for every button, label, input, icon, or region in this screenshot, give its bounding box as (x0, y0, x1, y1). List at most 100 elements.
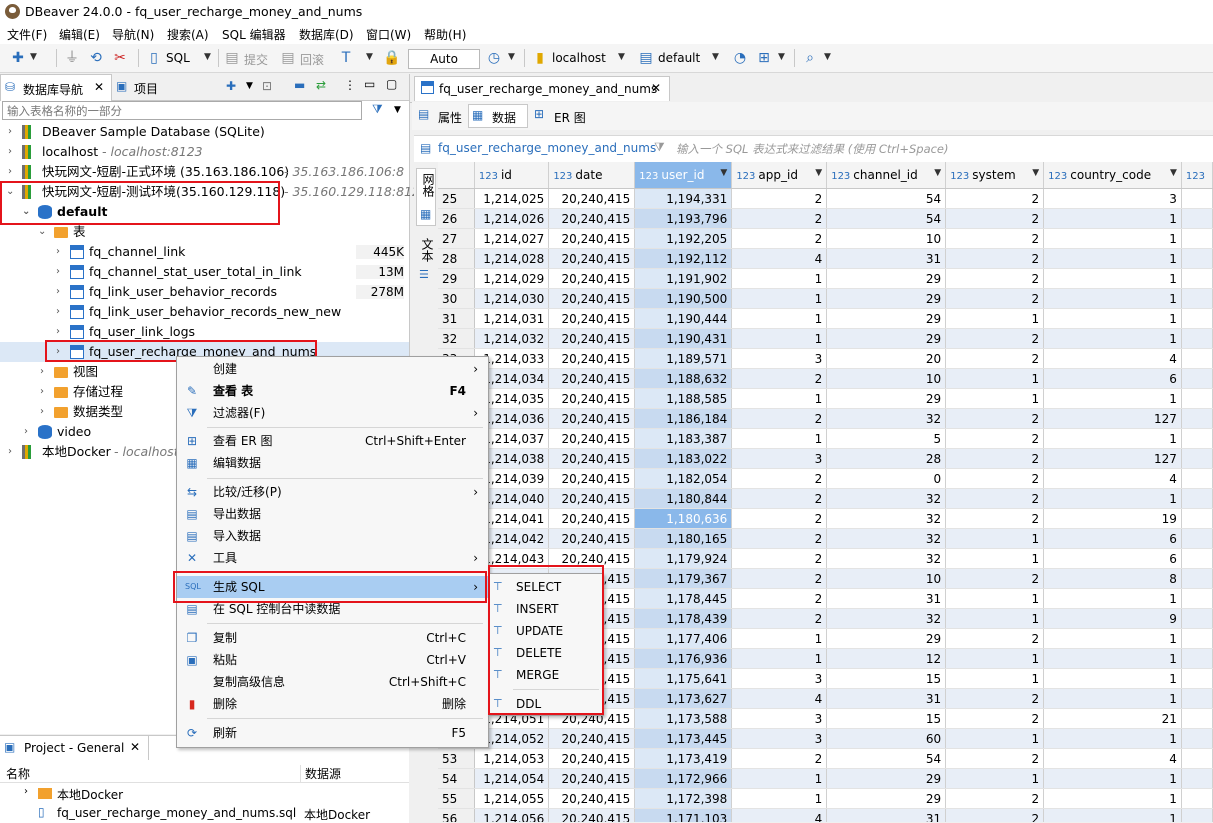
menu-item-create[interactable]: 创建 › (177, 358, 488, 380)
column-header-name[interactable]: 名称 (6, 765, 30, 782)
table-cell[interactable]: 1 (1043, 668, 1182, 689)
tree-item-localhost[interactable]: › localhost - localhost:8123 (0, 142, 409, 162)
column-header-more[interactable]: 123 (1181, 162, 1213, 189)
table-cell[interactable]: 1 (1043, 248, 1182, 269)
tab-data[interactable]: ▦ 数据 (468, 104, 528, 128)
table-cell[interactable]: 2 (945, 568, 1045, 589)
tree-item-test-env[interactable]: ⌄ 快玩网文-短剧-测试环境(35.160.129.118) - 35.160.… (0, 182, 420, 202)
menu-edit[interactable]: 编辑(E) (59, 26, 100, 43)
table-cell[interactable]: 29 (826, 308, 947, 329)
menu-item-paste[interactable]: ▣ 粘贴 Ctrl+V (177, 649, 488, 671)
table-cell[interactable]: 1,190,444 (634, 308, 733, 329)
table-cell[interactable]: 10 (826, 228, 947, 249)
table-cell[interactable]: 20,240,415 (548, 728, 636, 749)
table-cell[interactable]: 1,179,367 (634, 568, 733, 589)
table-row[interactable]: 26 1,214,026 20,240,415 1,193,796 2 54 2 1 (438, 208, 1213, 229)
row-number-cell[interactable]: 55 (438, 788, 475, 809)
table-cell[interactable]: 32 (826, 548, 947, 569)
menu-item-read-in-console[interactable]: ▤ 在 SQL 控制台中读数据 (177, 598, 488, 620)
table-cell[interactable]: 1 (1043, 788, 1182, 809)
table-cell[interactable]: 21 (1043, 708, 1182, 729)
table-cell[interactable]: 31 (826, 248, 947, 269)
menu-window[interactable]: 窗口(W) (366, 26, 411, 43)
table-cell[interactable]: 1,214,029 (474, 268, 550, 289)
table-cell[interactable] (1181, 608, 1213, 629)
table-cell[interactable]: 1 (731, 788, 828, 809)
table-row[interactable]: 421,214,04220,240,4151,180,16523216 (438, 528, 1213, 549)
new-connection-dropdown-icon[interactable]: ▼ (30, 52, 37, 62)
table-cell[interactable]: 4 (731, 248, 828, 269)
table-cell[interactable] (1181, 468, 1213, 489)
table-cell[interactable] (1181, 408, 1213, 429)
table-cell[interactable]: 29 (826, 288, 947, 309)
submenu-item-ddl[interactable]: ⊤ DDL (489, 693, 603, 715)
menu-file[interactable]: 文件(F) (7, 26, 47, 43)
table-cell[interactable]: 1,173,627 (634, 688, 733, 709)
lock-icon[interactable]: 🔒 (383, 50, 400, 66)
table-cell[interactable]: 1,189,571 (634, 348, 733, 369)
table-cell[interactable] (1181, 648, 1213, 669)
close-icon[interactable]: ✕ (94, 80, 104, 94)
table-cell[interactable] (1181, 508, 1213, 529)
link-folder-icon[interactable]: ⊡ (262, 79, 272, 93)
table-cell[interactable]: 1,188,632 (634, 368, 733, 389)
tree-item-sample-database[interactable]: › DBeaver Sample Database (SQLite) (0, 122, 409, 142)
tree-item-table[interactable]: › fq_channel_link 445K (0, 242, 409, 262)
table-cell[interactable]: 2 (731, 408, 828, 429)
row-number-cell[interactable]: 56 (438, 808, 475, 822)
table-cell[interactable]: 20,240,415 (548, 188, 636, 209)
table-cell[interactable] (1181, 368, 1213, 389)
sort-icon[interactable]: ▼ (720, 168, 727, 178)
table-cell[interactable]: 32 (826, 488, 947, 509)
table-cell[interactable]: 29 (826, 628, 947, 649)
table-cell[interactable] (1181, 768, 1213, 789)
view-menu-icon[interactable]: ⋮ (344, 78, 356, 92)
table-cell[interactable]: 2 (731, 508, 828, 529)
table-cell[interactable]: 1,194,331 (634, 188, 733, 209)
table-cell[interactable]: 1,180,165 (634, 528, 733, 549)
table-cell[interactable]: 2 (945, 328, 1045, 349)
sql-button[interactable]: SQL (166, 51, 190, 65)
disconnect-icon[interactable]: ✂ (112, 50, 128, 66)
collapse-all-icon[interactable]: ▬ (294, 78, 305, 92)
table-cell[interactable]: 1 (731, 308, 828, 329)
menu-item-view-table[interactable]: ✎ 查看 表 F4 (177, 380, 488, 402)
table-cell[interactable]: 20,240,415 (548, 808, 636, 822)
table-cell[interactable] (1181, 808, 1213, 822)
column-header-id[interactable]: 123 id (474, 162, 550, 189)
table-cell[interactable]: 1,192,205 (634, 228, 733, 249)
table-cell[interactable]: 3 (731, 708, 828, 729)
table-cell[interactable] (1181, 448, 1213, 469)
table-cell[interactable]: 1 (1043, 628, 1182, 649)
tree-item-default-schema[interactable]: ⌄ default (0, 202, 409, 222)
table-cell[interactable]: 2 (731, 188, 828, 209)
chevron-down-icon[interactable]: ⌄ (22, 202, 30, 222)
table-row[interactable]: 54 1,214,054 20,240,415 1,172,966 1 29 1 1 (438, 768, 1213, 789)
table-cell[interactable]: 20,240,415 (548, 208, 636, 229)
table-cell[interactable]: 1 (731, 268, 828, 289)
tree-item-table[interactable]: › fq_link_user_behavior_records_new_new (0, 302, 409, 322)
transaction-mode-dropdown-icon[interactable]: ▼ (366, 52, 373, 62)
table-cell[interactable] (1181, 668, 1213, 689)
er-dropdown-icon[interactable]: ▼ (778, 52, 785, 62)
table-cell[interactable]: 20,240,415 (548, 308, 636, 329)
table-row[interactable]: 53 1,214,053 20,240,415 1,173,419 2 54 2 4 (438, 748, 1213, 769)
menu-navigate[interactable]: 导航(N) (112, 26, 154, 43)
table-cell[interactable]: 1,176,936 (634, 648, 733, 669)
table-cell[interactable]: 2 (945, 788, 1045, 809)
table-cell[interactable]: 127 (1043, 448, 1182, 469)
table-cell[interactable]: 1,180,844 (634, 488, 733, 509)
table-cell[interactable]: 1 (945, 648, 1045, 669)
table-cell[interactable]: 2 (945, 628, 1045, 649)
table-cell[interactable]: 2 (731, 748, 828, 769)
commit-icon[interactable]: ▤ (224, 50, 240, 66)
sql-dropdown-icon[interactable]: ▼ (204, 52, 211, 62)
table-cell[interactable]: 1,214,053 (474, 748, 550, 769)
auto-commit-mode[interactable]: Auto (408, 49, 480, 69)
table-cell[interactable]: 1,214,026 (474, 208, 550, 229)
table-cell[interactable]: 2 (945, 448, 1045, 469)
connect-icon[interactable]: ⏚ (64, 50, 80, 66)
table-cell[interactable] (1181, 588, 1213, 609)
close-icon[interactable]: ✕ (130, 740, 140, 754)
active-connection-selector[interactable]: localhost (552, 51, 606, 65)
